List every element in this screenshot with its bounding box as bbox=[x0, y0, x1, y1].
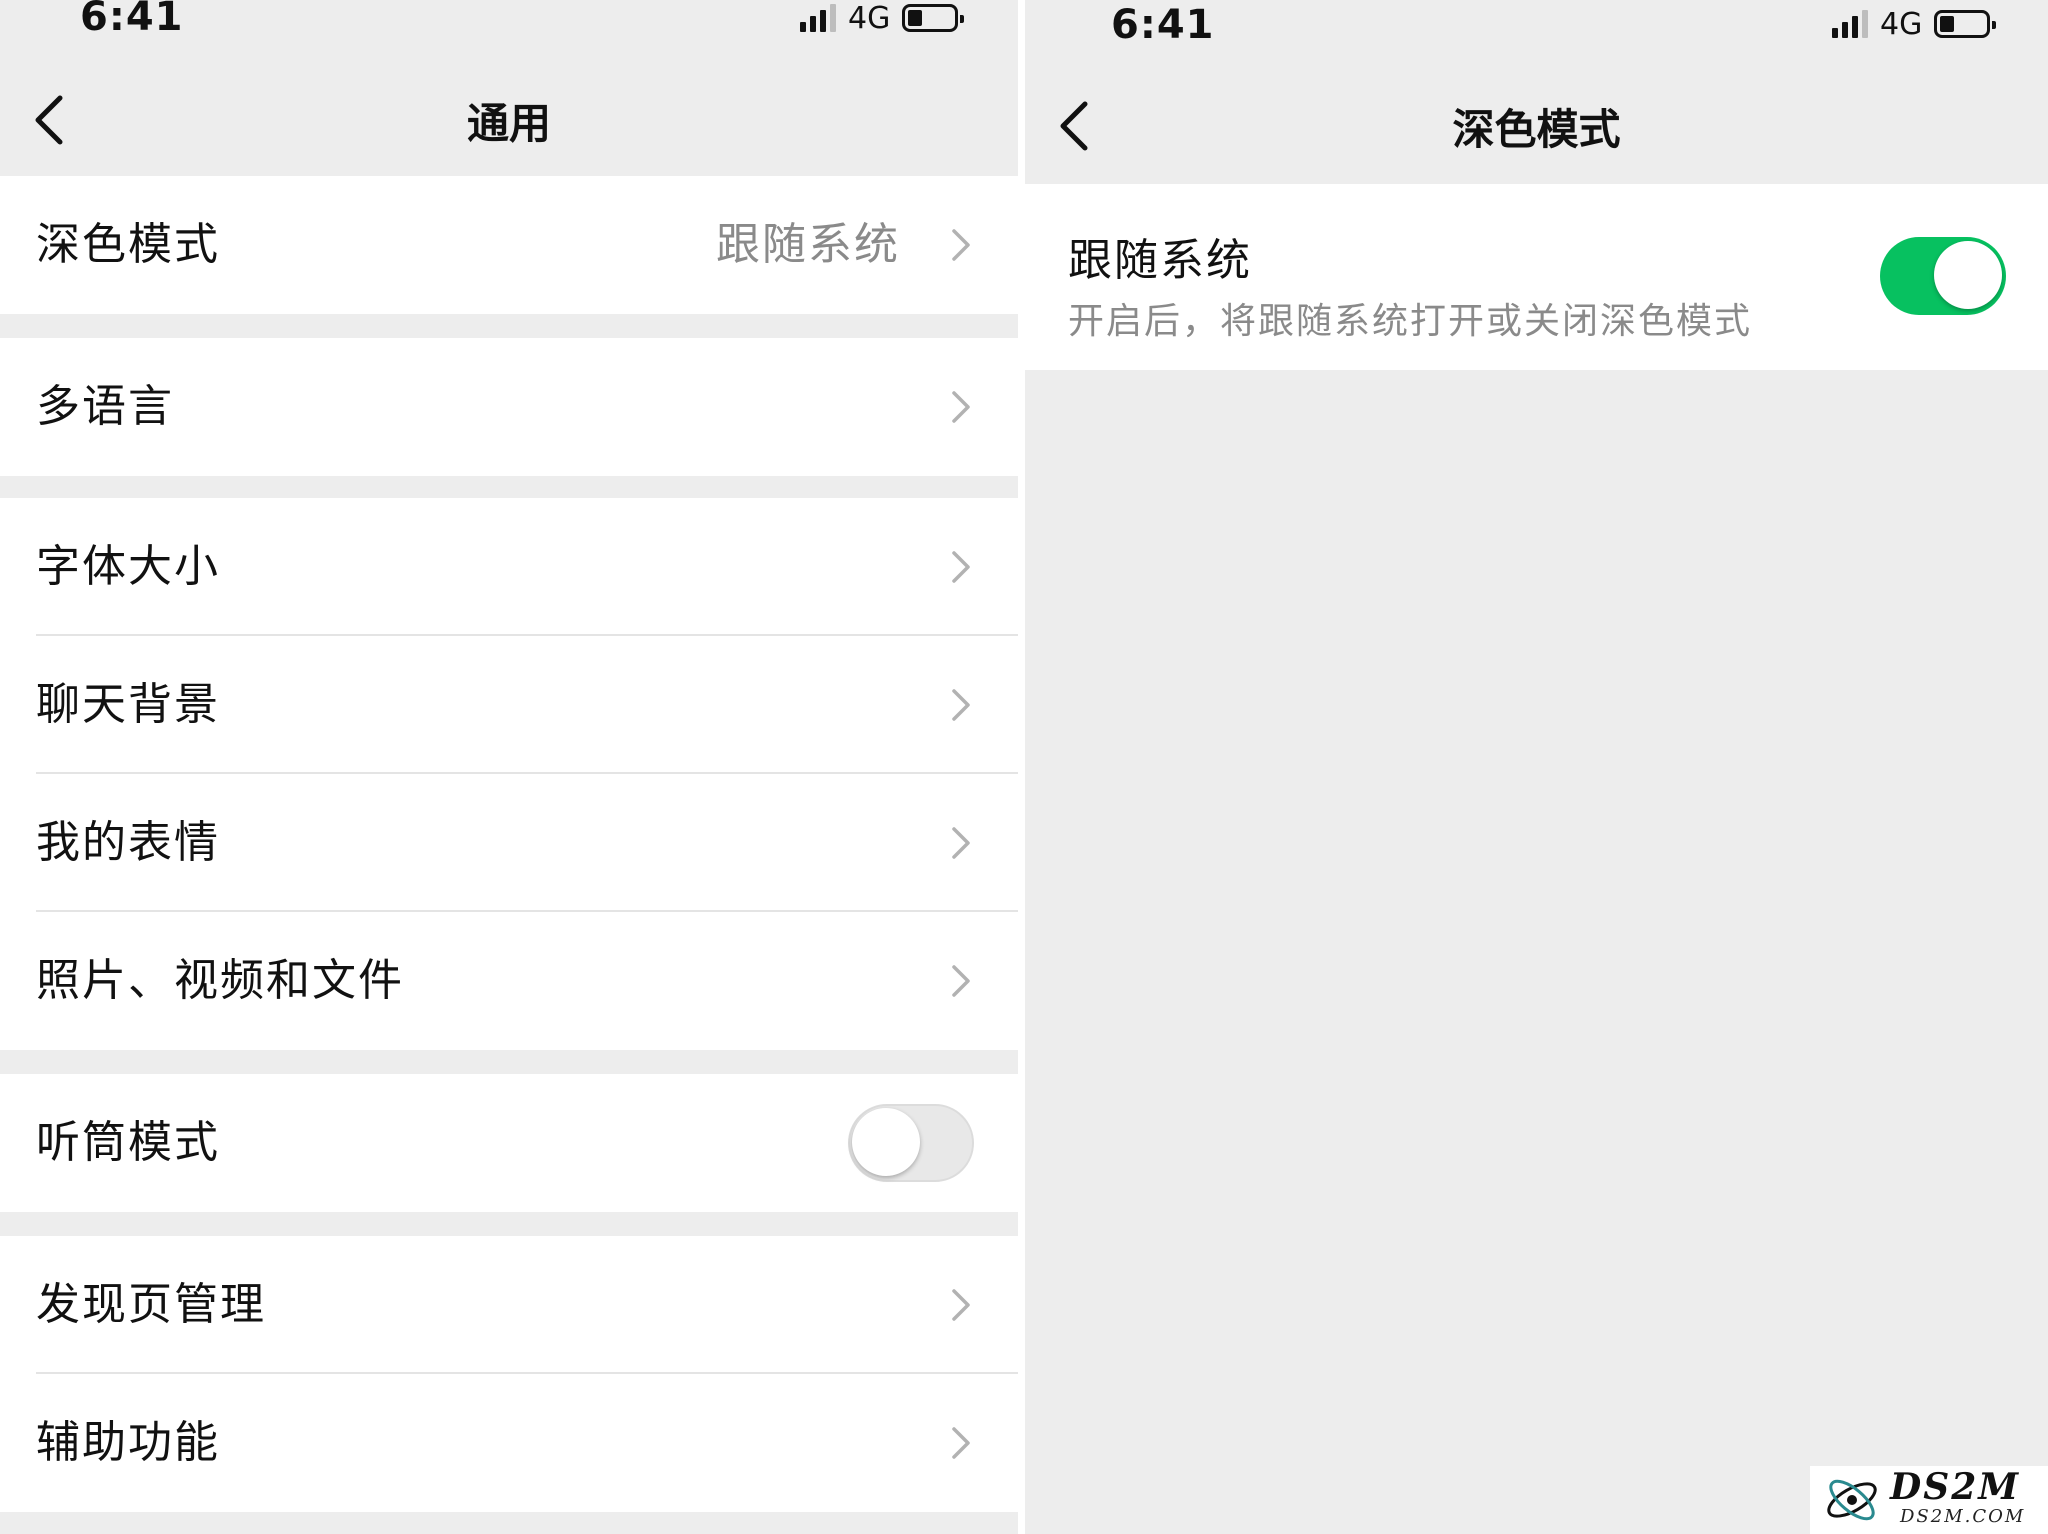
cell-label: 多语言 bbox=[36, 381, 174, 432]
cell-group: 发现页管理 辅助功能 bbox=[0, 1236, 1018, 1512]
cell-group: 深色模式 跟随系统 bbox=[0, 176, 1018, 314]
page-title: 通用 bbox=[466, 99, 551, 148]
chevron-right-icon bbox=[950, 1425, 972, 1461]
cell-group: 听筒模式 bbox=[0, 1074, 1018, 1212]
toggle-knob bbox=[1934, 241, 2002, 309]
status-indicators: 4G bbox=[1832, 6, 1997, 42]
watermark: DS2M DS2M.COM bbox=[1810, 1466, 2048, 1534]
status-indicators: 4G bbox=[800, 0, 965, 36]
general-settings-screen: 6:41 4G 通用 深色模式 跟随系统 多语言 字体大小 聊天背景 我的表情 … bbox=[0, 0, 1018, 1534]
battery-icon bbox=[1934, 10, 1997, 38]
chevron-right-icon bbox=[950, 687, 972, 723]
chevron-right-icon bbox=[950, 825, 972, 861]
settings-cell-photos-videos-files[interactable]: 照片、视频和文件 bbox=[0, 912, 1018, 1050]
settings-cell-language[interactable]: 多语言 bbox=[0, 338, 1018, 476]
battery-icon bbox=[902, 4, 965, 32]
settings-cell-font-size[interactable]: 字体大小 bbox=[0, 498, 1018, 636]
signal-icon bbox=[800, 4, 836, 32]
cell-label: 照片、视频和文件 bbox=[36, 955, 404, 1006]
navigation-bar: 通用 bbox=[0, 60, 1018, 178]
cell-label: 深色模式 bbox=[36, 219, 220, 270]
watermark-name: DS2M bbox=[1890, 1466, 2021, 1508]
toggle-knob bbox=[852, 1108, 920, 1176]
earpiece-mode-toggle[interactable] bbox=[848, 1104, 974, 1182]
follow-system-description: 开启后，将跟随系统打开或关闭深色模式 bbox=[1068, 301, 1753, 342]
chevron-right-icon bbox=[950, 227, 972, 263]
cell-label: 字体大小 bbox=[36, 541, 220, 592]
cell-label: 聊天背景 bbox=[36, 679, 220, 730]
network-type: 4G bbox=[1880, 6, 1923, 42]
chevron-right-icon bbox=[950, 389, 972, 425]
status-time: 6:41 bbox=[80, 0, 184, 40]
status-bar: 6:41 4G bbox=[0, 0, 1018, 50]
status-time: 6:41 bbox=[1111, 2, 1215, 48]
watermark-domain: DS2M.COM bbox=[1900, 1506, 2026, 1527]
follow-system-toggle[interactable] bbox=[1880, 237, 2006, 315]
chevron-right-icon bbox=[950, 963, 972, 999]
chevron-right-icon bbox=[950, 549, 972, 585]
cell-group: 字体大小 聊天背景 我的表情 照片、视频和文件 bbox=[0, 498, 1018, 1050]
cell-value: 跟随系统 bbox=[716, 219, 900, 270]
settings-cell-earpiece-mode: 听筒模式 bbox=[0, 1074, 1018, 1212]
cell-label: 辅助功能 bbox=[36, 1417, 220, 1468]
page-title: 深色模式 bbox=[1452, 105, 1621, 154]
follow-system-cell: 跟随系统 开启后，将跟随系统打开或关闭深色模式 bbox=[1025, 184, 2048, 370]
navigation-bar: 深色模式 bbox=[1025, 66, 2048, 184]
cell-group: 多语言 bbox=[0, 338, 1018, 476]
cell-label: 我的表情 bbox=[36, 817, 220, 868]
status-bar: 6:41 4G bbox=[1025, 0, 2048, 50]
ds2m-logo-icon bbox=[1827, 1479, 1877, 1521]
signal-icon bbox=[1832, 10, 1868, 38]
follow-system-label: 跟随系统 bbox=[1068, 235, 1252, 286]
chevron-right-icon bbox=[950, 1287, 972, 1323]
cell-label: 听筒模式 bbox=[36, 1117, 220, 1168]
settings-cell-chat-background[interactable]: 聊天背景 bbox=[0, 636, 1018, 774]
settings-cell-accessibility[interactable]: 辅助功能 bbox=[0, 1374, 1018, 1512]
cell-label: 发现页管理 bbox=[36, 1279, 266, 1330]
settings-cell-discover-management[interactable]: 发现页管理 bbox=[0, 1236, 1018, 1374]
settings-cell-my-stickers[interactable]: 我的表情 bbox=[0, 774, 1018, 912]
network-type: 4G bbox=[848, 0, 891, 36]
dark-mode-screen: 6:41 4G 深色模式 跟随系统 开启后，将跟随系统打开或关闭深色模式 DS2… bbox=[1025, 0, 2048, 1534]
settings-cell-dark-mode[interactable]: 深色模式 跟随系统 bbox=[0, 176, 1018, 314]
